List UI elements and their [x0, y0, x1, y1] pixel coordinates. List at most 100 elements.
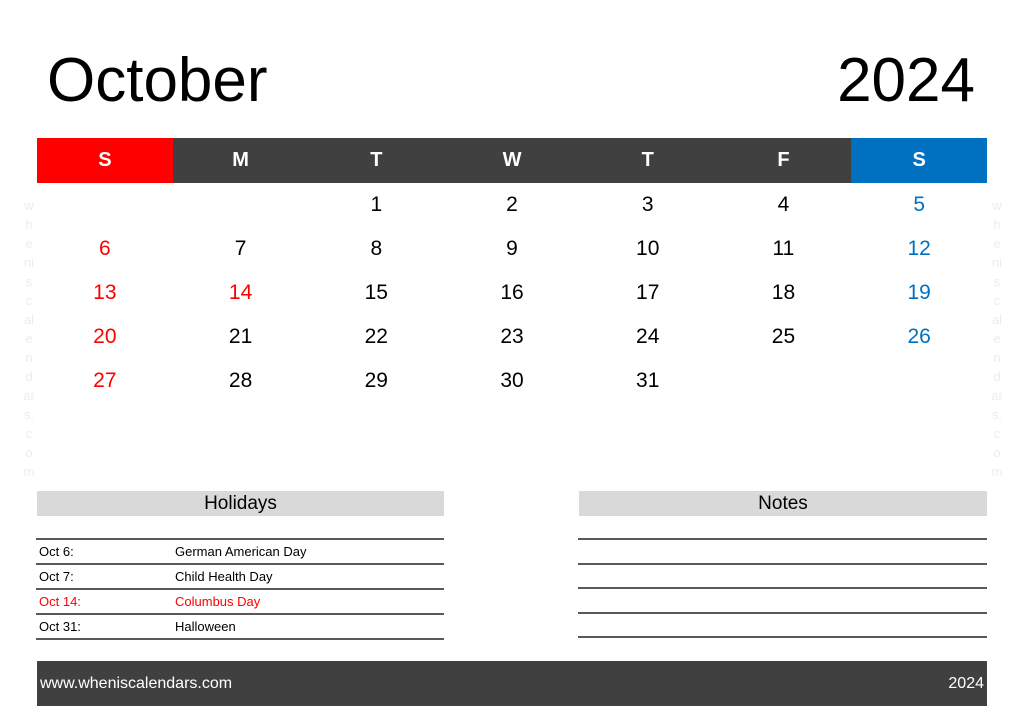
- day-cell: 25: [771, 325, 796, 348]
- note-line[interactable]: [578, 587, 987, 612]
- day-cell: 5: [913, 193, 926, 216]
- watermark-char: al: [23, 312, 35, 327]
- watermark-char: h: [25, 217, 33, 232]
- day-cell: 6: [99, 237, 111, 260]
- weekday-header-cell: W: [444, 138, 580, 183]
- weekday-header-row: SMTWTFS: [37, 138, 988, 183]
- watermark-char: ni: [23, 255, 35, 270]
- watermark-char: w: [992, 198, 1002, 213]
- weekday-header-cell: S: [37, 138, 173, 183]
- day-cell: 19: [907, 281, 931, 304]
- holiday-date: Oct 7:: [39, 569, 74, 584]
- day-cell: 3: [641, 193, 654, 216]
- day-cell: 22: [364, 325, 388, 348]
- day-cell: 2: [506, 193, 518, 216]
- watermark-char: c: [993, 426, 1001, 441]
- footer-url[interactable]: www.wheniscalendars.com: [37, 675, 232, 693]
- holiday-name: Halloween: [175, 619, 236, 634]
- week-row: 6 7 8 9 10 11 12: [37, 227, 987, 271]
- day-cell: 7: [234, 237, 247, 260]
- watermark-char: e: [25, 236, 33, 251]
- day-cell: 27: [93, 369, 117, 392]
- watermark-char: s.: [991, 407, 1003, 422]
- holiday-date: Oct 31:: [39, 619, 81, 634]
- watermark-char: d: [25, 369, 33, 384]
- holiday-date: Oct 6:: [39, 544, 74, 559]
- watermark-char: h: [993, 217, 1001, 232]
- day-cell: 10: [636, 237, 660, 260]
- day-cell: 13: [93, 281, 117, 304]
- empty-day-cell: [716, 359, 852, 403]
- note-line[interactable]: [578, 562, 987, 588]
- day-cell: 17: [636, 281, 660, 304]
- week-row: 1 2 3 4 5: [37, 183, 987, 227]
- day-cell: 29: [364, 369, 388, 392]
- calendar-grid: SMTWTFS 1 2 3 4 5 6 7 8 9 10 11 12 13 14 15 16 17 18 19 20 2…: [37, 138, 988, 403]
- day-cell: 18: [771, 281, 796, 304]
- watermark-char: c: [993, 293, 1001, 308]
- week-row: 27 28 29 30 31: [37, 359, 987, 403]
- watermark-char: ar: [23, 388, 35, 403]
- holiday-name: German American Day: [175, 544, 307, 559]
- holiday-row: Oct 7: Child Health Day: [36, 563, 444, 588]
- weekday-header-cell: F: [715, 138, 852, 183]
- watermark-char: c: [25, 293, 33, 308]
- day-cell: 20: [93, 325, 117, 348]
- footer-bar: www.wheniscalendars.com 2024: [37, 661, 987, 706]
- empty-day-cell: [173, 183, 309, 227]
- watermark-char: n: [25, 350, 33, 365]
- week-row: 20 21 22 23 24 25 26: [37, 315, 987, 359]
- note-line[interactable]: [578, 636, 987, 638]
- month-title: October: [47, 46, 268, 115]
- day-cell: 14: [228, 281, 253, 304]
- footer-year: 2024: [948, 674, 984, 692]
- note-line[interactable]: [578, 611, 987, 637]
- week-row: 13 14 15 16 17 18 19: [37, 271, 987, 315]
- empty-day-cell: [851, 359, 987, 403]
- holidays-table: Oct 6: German American Day Oct 7: Child Hea…: [36, 538, 444, 640]
- day-cell: 12: [907, 237, 931, 260]
- day-cell: 28: [228, 369, 253, 392]
- weekday-header-cell: T: [579, 138, 716, 183]
- watermark-char: d: [993, 369, 1001, 384]
- year-title: 2024: [837, 46, 975, 115]
- holiday-date: Oct 14:: [39, 594, 81, 609]
- day-cell: 4: [777, 193, 790, 216]
- notes-lines: [578, 538, 987, 638]
- day-cell: 15: [364, 281, 388, 304]
- watermark-char: ni: [991, 255, 1003, 270]
- watermark-left: w h e ni s c al e n d ar s. c o m: [21, 196, 37, 481]
- watermark-char: e: [993, 331, 1001, 346]
- watermark-char: m: [23, 464, 35, 479]
- watermark-char: m: [991, 464, 1003, 479]
- watermark-char: s: [993, 274, 1001, 289]
- day-cell: 11: [772, 237, 795, 260]
- day-cell: 21: [228, 325, 253, 348]
- watermark-char: n: [993, 350, 1001, 365]
- note-line[interactable]: [578, 538, 987, 563]
- day-cell: 16: [500, 281, 524, 304]
- day-cell: 26: [907, 325, 931, 348]
- watermark-char: ar: [991, 388, 1003, 403]
- holiday-row: Oct 31: Halloween: [36, 613, 444, 640]
- day-cell: 23: [500, 325, 524, 348]
- watermark-char: e: [993, 236, 1001, 251]
- day-cell: 1: [370, 193, 383, 216]
- watermark-char: c: [25, 426, 33, 441]
- holiday-name: Child Health Day: [175, 569, 273, 584]
- watermark-char: s.: [23, 407, 35, 422]
- watermark-char: e: [25, 331, 33, 346]
- weekday-header-cell: M: [172, 138, 309, 183]
- watermark-right: w h e ni s c al e n d ar s. c o m: [989, 196, 1005, 481]
- watermark-char: al: [991, 312, 1003, 327]
- weekday-header-cell: T: [308, 138, 445, 183]
- watermark-char: s: [25, 274, 33, 289]
- weekday-header-cell: S: [851, 138, 988, 183]
- watermark-char: o: [993, 445, 1001, 460]
- day-cell: 30: [500, 369, 524, 392]
- holiday-row: Oct 14: Columbus Day: [36, 588, 444, 613]
- calendar-weeks: 1 2 3 4 5 6 7 8 9 10 11 12 13 14 15 16 17 18 19 20 21 22 23 24 2…: [37, 183, 987, 403]
- day-cell: 9: [506, 237, 518, 260]
- holiday-name: Columbus Day: [175, 594, 261, 609]
- empty-day-cell: [37, 183, 173, 227]
